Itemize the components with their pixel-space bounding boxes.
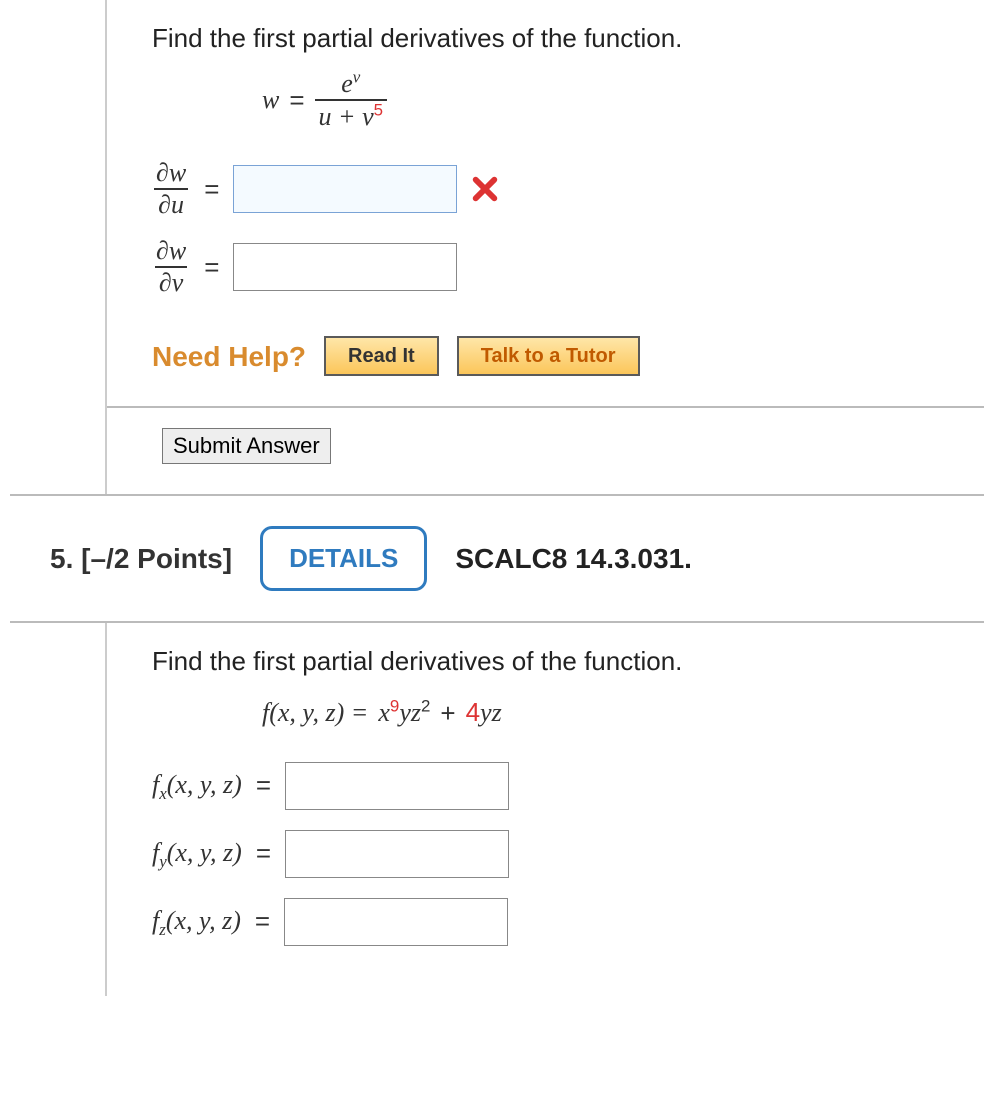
answer-row-fx: fx(x, y, z) = xyxy=(152,762,984,810)
partial-symbol: ∂ xyxy=(159,268,172,297)
question-number: 5. xyxy=(50,543,73,574)
partial-symbol: ∂ xyxy=(156,236,169,265)
q5-equation: f(x, y, z) = x9yz2 + 4yz xyxy=(262,694,984,732)
details-button[interactable]: DETAILS xyxy=(260,526,427,591)
partial-top: w xyxy=(169,236,186,265)
label-rest: (x, y, z) xyxy=(166,906,241,935)
need-help-label: Need Help? xyxy=(152,337,306,376)
t1-mid: yz xyxy=(399,698,421,727)
question-5-header: 5. [–/2 Points] DETAILS SCALC8 14.3.031. xyxy=(10,494,984,623)
answer-row-dw-du: ∂w ∂u = xyxy=(152,160,984,218)
answer-input-dw-du[interactable] xyxy=(233,165,457,213)
submit-bar: Submit Answer xyxy=(107,406,984,464)
partial-top: w xyxy=(169,158,186,187)
q4-fraction: ev u + v5 xyxy=(315,70,388,130)
equals-sign: = xyxy=(256,835,271,871)
partial-symbol: ∂ xyxy=(156,158,169,187)
fz-label: fz(x, y, z) xyxy=(152,903,241,939)
frac-num-base: e xyxy=(341,69,353,98)
frac-num-exp: v xyxy=(353,68,361,87)
partial-dw-dv: ∂w ∂v xyxy=(152,238,190,296)
answer-input-fy[interactable] xyxy=(285,830,509,878)
answer-input-fz[interactable] xyxy=(284,898,508,946)
equals-sign: = xyxy=(255,903,270,939)
q4-prompt: Find the first partial derivatives of th… xyxy=(152,20,984,56)
frac-den-exp: 5 xyxy=(374,101,383,120)
fx-label: fx(x, y, z) xyxy=(152,767,242,803)
label-sub: x xyxy=(159,785,167,804)
points-text: [–/2 Points] xyxy=(81,543,232,574)
q4-equation: w = ev u + v5 xyxy=(262,70,984,130)
frac-den-left: u + v xyxy=(319,102,374,131)
partial-dw-du: ∂w ∂u xyxy=(152,160,190,218)
wrong-icon xyxy=(471,175,499,203)
plus-sign: + xyxy=(440,695,455,731)
submit-answer-button[interactable]: Submit Answer xyxy=(162,428,331,464)
answer-row-dw-dv: ∂w ∂v = xyxy=(152,238,984,296)
t2-coef: 4 xyxy=(466,697,480,727)
label-sub: y xyxy=(159,853,167,872)
talk-to-tutor-button[interactable]: Talk to a Tutor xyxy=(457,336,640,376)
need-help-row: Need Help? Read It Talk to a Tutor xyxy=(152,336,984,376)
q4-eq-lhs: w xyxy=(262,82,279,118)
t1-exp: 9 xyxy=(390,697,399,716)
read-it-button[interactable]: Read It xyxy=(324,336,439,376)
t2-rest: yz xyxy=(480,698,502,727)
equals-sign: = xyxy=(256,767,271,803)
question-5-points: 5. [–/2 Points] xyxy=(50,543,232,575)
fy-label: fy(x, y, z) xyxy=(152,835,242,871)
t1-exp2: 2 xyxy=(421,697,430,716)
partial-bot: u xyxy=(171,190,184,219)
question-5: Find the first partial derivatives of th… xyxy=(105,623,984,995)
question-4: Find the first partial derivatives of th… xyxy=(105,0,984,494)
label-rest: (x, y, z) xyxy=(167,838,242,867)
equals-sign: = xyxy=(204,171,219,207)
partial-symbol: ∂ xyxy=(158,190,171,219)
label-rest: (x, y, z) xyxy=(167,770,242,799)
partial-bot: v xyxy=(172,268,184,297)
equals-sign: = xyxy=(204,249,219,285)
t1-base: x xyxy=(378,698,390,727)
answer-row-fz: fz(x, y, z) = xyxy=(152,898,984,946)
q5-eq-lhs: f(x, y, z) = xyxy=(262,695,368,731)
label-sub: z xyxy=(159,921,166,940)
answer-row-fy: fy(x, y, z) = xyxy=(152,830,984,878)
q5-prompt: Find the first partial derivatives of th… xyxy=(152,643,984,679)
question-source: SCALC8 14.3.031. xyxy=(455,543,692,575)
answer-input-dw-dv[interactable] xyxy=(233,243,457,291)
answer-input-fx[interactable] xyxy=(285,762,509,810)
equals-sign: = xyxy=(289,82,304,118)
